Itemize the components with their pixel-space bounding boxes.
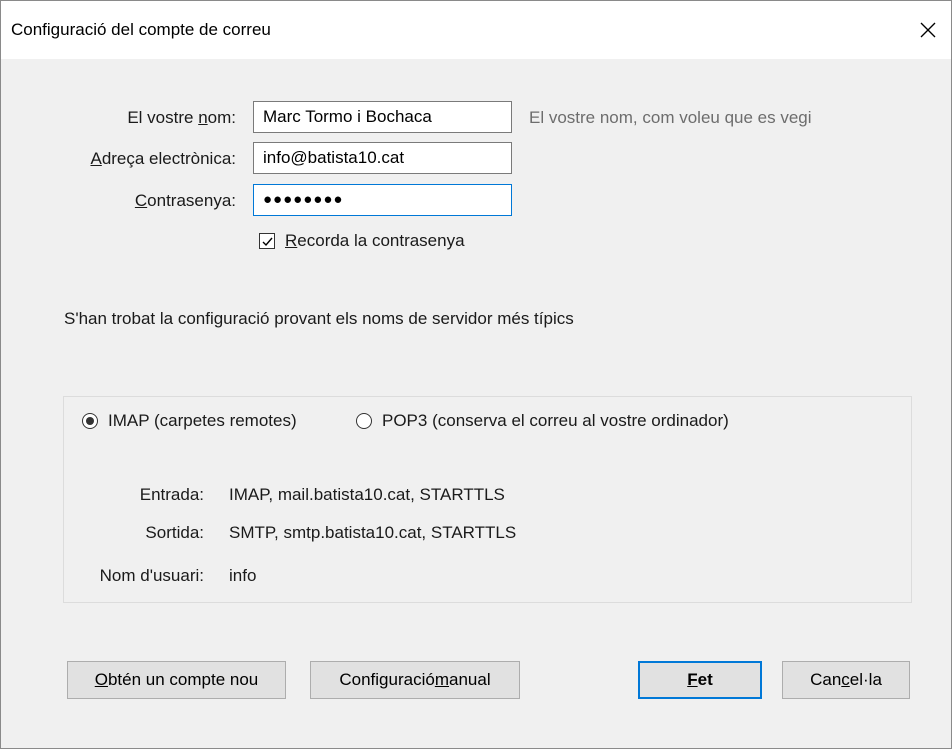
- email-label: Adreça electrònica:: [90, 149, 236, 168]
- outgoing-value: SMTP, smtp.batista10.cat, STARTTLS: [229, 523, 517, 542]
- imap-label: IMAP (carpetes remotes): [108, 411, 297, 430]
- outgoing-label: Sortida:: [145, 523, 204, 542]
- get-new-account-button[interactable]: Obtén un compte nou: [67, 661, 286, 699]
- manual-config-button[interactable]: Configuració m anual: [310, 661, 520, 699]
- close-button[interactable]: [905, 1, 951, 59]
- done-button[interactable]: Fet: [638, 661, 762, 699]
- name-input[interactable]: [253, 101, 512, 133]
- name-label: El vostre nom:: [127, 108, 236, 127]
- username-value: info: [229, 566, 257, 585]
- remember-password-checkbox[interactable]: Recorda la contrasenya: [259, 231, 465, 251]
- cancel-button[interactable]: Can c el·la: [782, 661, 910, 699]
- incoming-label: Entrada:: [139, 485, 204, 504]
- name-hint: El vostre nom, com voleu que es vegi: [529, 108, 812, 127]
- email-input[interactable]: [253, 142, 512, 174]
- checkmark-icon: [262, 237, 273, 246]
- incoming-value: IMAP, mail.batista10.cat, STARTTLS: [229, 485, 505, 504]
- password-input[interactable]: ●●●●●●●●: [253, 184, 512, 216]
- password-label: Contrasenya:: [134, 191, 236, 210]
- remember-password-label: Recorda la contrasenya: [285, 231, 465, 250]
- imap-radio-option[interactable]: IMAP (carpetes remotes): [82, 411, 297, 431]
- checkbox-box[interactable]: [259, 233, 275, 249]
- imap-radio[interactable]: [82, 413, 98, 429]
- pop3-radio[interactable]: [356, 413, 372, 429]
- status-message: S'han trobat la configuració provant els…: [64, 309, 574, 328]
- radio-dot: [86, 417, 94, 425]
- title-bar: Configuració del compte de correu: [1, 1, 951, 59]
- server-config-panel: IMAP (carpetes remotes) POP3 (conserva e…: [63, 396, 912, 603]
- window-title: Configuració del compte de correu: [11, 20, 271, 39]
- close-icon: [920, 22, 936, 38]
- username-label: Nom d'usuari:: [99, 566, 204, 585]
- pop3-label: POP3 (conserva el correu al vostre ordin…: [382, 411, 729, 430]
- account-setup-dialog: Configuració del compte de correu El vos…: [0, 0, 952, 749]
- pop3-radio-option[interactable]: POP3 (conserva el correu al vostre ordin…: [356, 411, 729, 431]
